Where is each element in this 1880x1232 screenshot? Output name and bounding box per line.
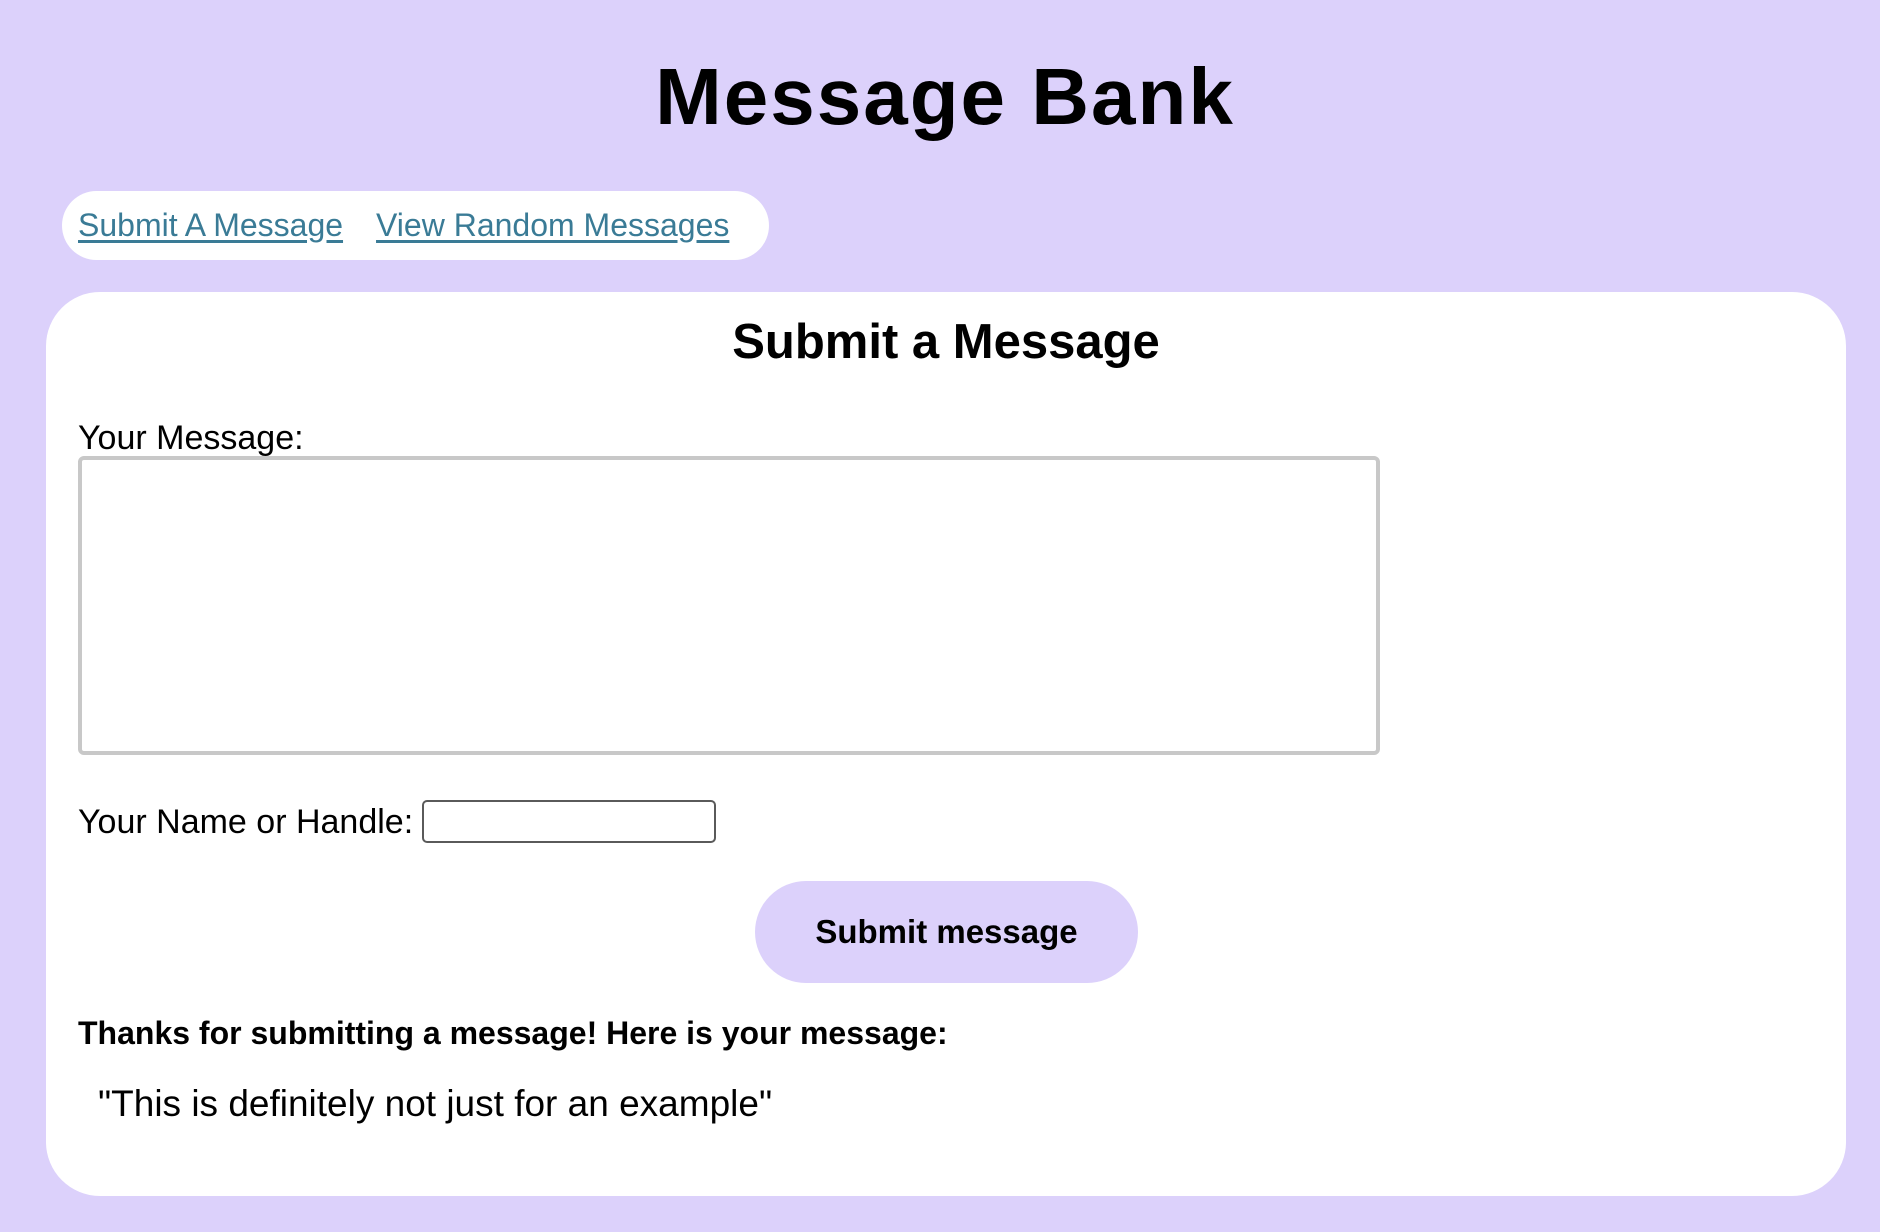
submit-message-button[interactable]: Submit message [755,881,1138,983]
submit-message-panel: Submit a Message Your Message: Your Name… [46,292,1846,1196]
name-row: Your Name or Handle: [78,800,717,843]
name-label: Your Name or Handle: [78,802,414,841]
nav-link-view-random-messages[interactable]: View Random Messages [376,207,729,244]
thanks-text: Thanks for submitting a message! Here is… [78,1015,948,1051]
nav-link-submit-message[interactable]: Submit A Message [78,207,343,244]
panel-heading: Submit a Message [732,315,1160,369]
message-label: Your Message: [78,419,304,457]
submitted-message: "This is definitely not just for an exam… [98,1083,773,1124]
message-textarea[interactable] [78,456,1380,755]
main-nav: Submit A Message View Random Messages [62,191,769,260]
name-input[interactable] [422,800,717,843]
site-title: Message Bank [655,52,1235,141]
